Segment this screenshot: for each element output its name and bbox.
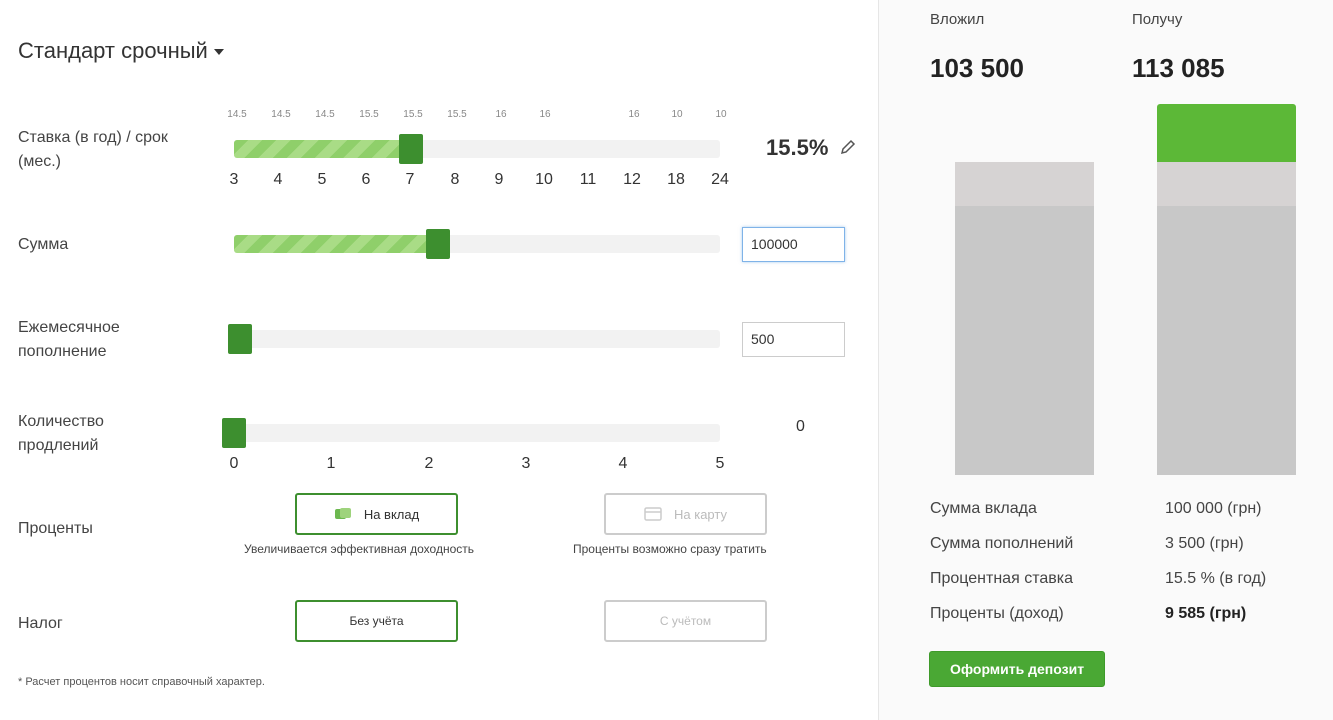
submit-deposit-button[interactable]: Оформить депозит <box>929 651 1105 687</box>
interest-to-card-label: На карту <box>674 506 727 522</box>
rate-tick: 16 <box>495 109 507 120</box>
receive-bar-topup <box>1157 162 1296 206</box>
interest-to-deposit-caption: Увеличивается эффективная доходность <box>244 542 475 556</box>
calculator-panel: Стандарт срочный Ставка (в год) / срок (… <box>0 0 878 720</box>
sum-slider-handle[interactable] <box>426 229 450 259</box>
rate-tick: 15.5 <box>403 109 423 120</box>
term-slider-handle[interactable] <box>399 134 423 164</box>
extensions-tick[interactable]: 3 <box>511 455 541 473</box>
receive-bar <box>1157 104 1296 475</box>
summary-row-label: Сумма вклада <box>930 500 1037 517</box>
tax-with-button[interactable]: С учётом <box>604 600 767 642</box>
invested-bar-deposit <box>955 206 1094 475</box>
rate-tick: 16 <box>628 109 640 120</box>
receive-bar-deposit <box>1157 206 1296 475</box>
caret-down-icon <box>213 49 224 56</box>
term-tick[interactable]: 11 <box>573 171 603 189</box>
term-tick[interactable]: 12 <box>617 171 647 189</box>
rate-tick: 14.5 <box>271 109 291 120</box>
footnote: * Расчет процентов носит справочный хара… <box>18 676 265 688</box>
monthly-topup-slider-handle[interactable] <box>228 324 252 354</box>
invested-label: Вложил <box>930 11 985 28</box>
summary-row-value: 100 000 (грн) <box>1165 500 1262 517</box>
term-tick[interactable]: 10 <box>529 171 559 189</box>
sum-label: Сумма <box>18 236 69 253</box>
summary-row-label: Сумма пополнений <box>930 535 1074 552</box>
summary-row-value: 9 585 (грн) <box>1165 605 1247 622</box>
interest-label: Проценты <box>18 520 93 537</box>
term-tick[interactable]: 3 <box>219 171 249 189</box>
rate-tick: 15.5 <box>359 109 379 120</box>
receive-bar-interest <box>1157 104 1296 162</box>
term-tick[interactable]: 18 <box>661 171 691 189</box>
interest-to-card-caption: Проценты возможно сразу тратить <box>573 542 767 556</box>
term-tick[interactable]: 8 <box>440 171 470 189</box>
interest-to-deposit-button[interactable]: На вклад <box>295 493 458 535</box>
tax-without-label: Без учёта <box>349 614 404 628</box>
term-ticks: 3 4 5 6 7 8 9 10 11 12 18 24 <box>219 171 739 191</box>
interest-to-card-button[interactable]: На карту <box>604 493 767 535</box>
rate-tick: 10 <box>671 109 683 120</box>
term-slider-fill <box>234 140 410 158</box>
rate-tick: 16 <box>539 109 551 120</box>
tax-label: Налог <box>18 615 63 632</box>
sum-slider[interactable] <box>234 229 720 259</box>
pencil-icon[interactable] <box>840 139 856 155</box>
receive-value: 113 085 <box>1132 53 1225 83</box>
monthly-topup-label: Ежемесячное пополнение <box>18 319 120 360</box>
term-tick[interactable]: 24 <box>705 171 735 189</box>
monthly-topup-input[interactable]: 500 <box>742 322 845 357</box>
summary-row-label: Проценты (доход) <box>930 605 1064 622</box>
extensions-label: Количество продлений <box>18 413 104 454</box>
invested-bar-topup <box>955 162 1094 206</box>
extensions-ticks: 0 1 2 3 4 5 <box>219 455 739 475</box>
summary-row-value: 15.5 % (в год) <box>1165 570 1267 587</box>
interest-to-deposit-label: На вклад <box>363 506 420 522</box>
summary-row-value: 3 500 (грн) <box>1165 535 1244 552</box>
term-tick[interactable]: 6 <box>351 171 381 189</box>
product-dropdown[interactable]: Стандарт срочный <box>18 38 224 64</box>
extensions-value: 0 <box>796 418 805 435</box>
rate-tick: 14.5 <box>227 109 247 120</box>
rate-tick: 10 <box>715 109 727 120</box>
extensions-slider-handle[interactable] <box>222 418 246 448</box>
rate-value: 15.5% <box>766 135 829 160</box>
card-icon <box>644 507 662 521</box>
extensions-tick[interactable]: 0 <box>219 455 249 473</box>
coins-icon <box>334 508 351 519</box>
rate-tick: 14.5 <box>315 109 335 120</box>
term-tick[interactable]: 9 <box>484 171 514 189</box>
tax-with-label: С учётом <box>659 614 712 628</box>
monthly-topup-slider[interactable] <box>228 324 720 354</box>
extensions-tick[interactable]: 5 <box>705 455 735 473</box>
sum-input[interactable]: 100000 <box>742 227 845 262</box>
extensions-slider[interactable] <box>222 418 720 448</box>
term-tick[interactable]: 4 <box>263 171 293 189</box>
summary-row-label: Процентная ставка <box>930 570 1073 587</box>
tax-without-button[interactable]: Без учёта <box>295 600 458 642</box>
extensions-tick[interactable]: 2 <box>414 455 444 473</box>
term-tick[interactable]: 5 <box>307 171 337 189</box>
sum-slider-fill <box>234 235 439 253</box>
term-tick[interactable]: 7 <box>395 171 425 189</box>
extensions-tick[interactable]: 4 <box>608 455 638 473</box>
receive-label: Получу <box>1132 11 1183 28</box>
rate-ticks: 14.5 14.5 14.5 15.5 15.5 15.5 16 16 16 1… <box>222 109 732 121</box>
product-title: Стандарт срочный <box>18 38 208 63</box>
invested-value: 103 500 <box>930 53 1024 83</box>
rate-tick: 15.5 <box>447 109 467 120</box>
invested-bar <box>955 162 1094 475</box>
rate-term-label: Ставка (в год) / срок (мес.) <box>18 129 168 170</box>
term-slider[interactable] <box>234 134 720 164</box>
extensions-tick[interactable]: 1 <box>316 455 346 473</box>
